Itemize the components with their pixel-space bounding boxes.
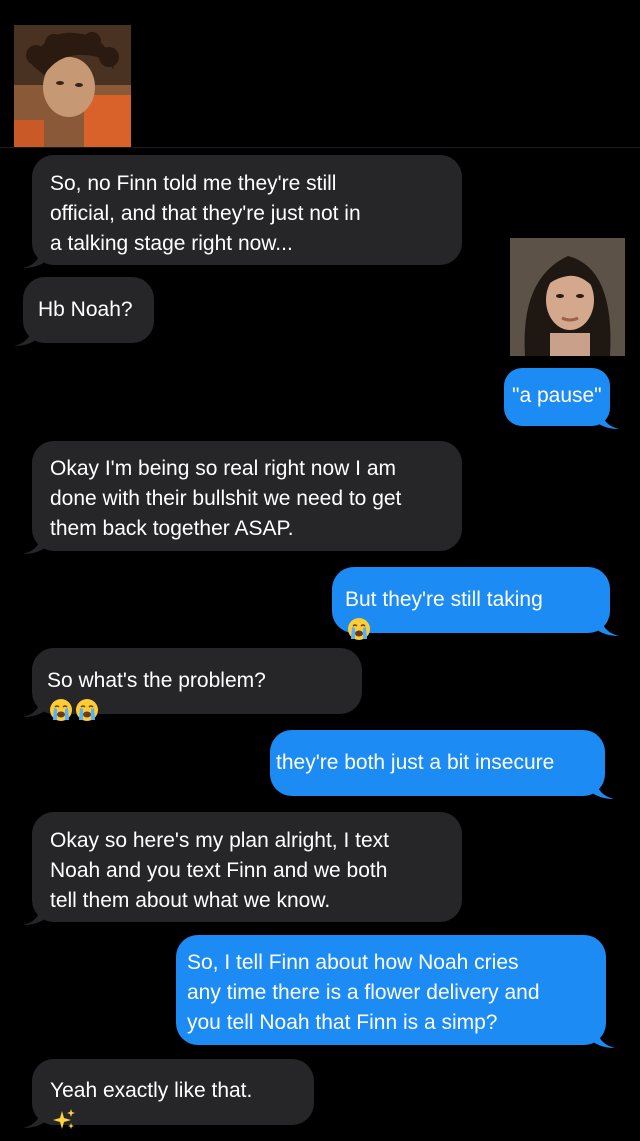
crying-face-emoji: [347, 617, 371, 641]
message-bubble[interactable]: "a pause": [504, 368, 619, 429]
header-divider: [0, 147, 640, 148]
message-text: But they're still taking: [345, 588, 543, 611]
crying-face-emoji: [75, 698, 99, 722]
bubble-tail: [23, 695, 51, 717]
message-bubble[interactable]: So, I tell Finn about how Noah cries any…: [176, 935, 615, 1048]
crying-face-emoji: [49, 698, 73, 722]
message-text: Yeah exactly like that.: [50, 1079, 253, 1102]
message-bubble[interactable]: Yeah exactly like that.: [23, 1059, 314, 1129]
message-bubble[interactable]: Hb Noah?: [14, 277, 154, 346]
message-text: Okay so here's my plan alright, I text N…: [50, 829, 389, 912]
bubble-tail: [587, 1026, 615, 1048]
message-text: Okay I'm being so real right now I am do…: [50, 457, 402, 540]
message-bubble[interactable]: they're both just a bit insecure: [270, 730, 614, 799]
message-text: they're both just a bit insecure: [276, 751, 555, 774]
chat-screen: So, no Finn told me they're still offici…: [0, 0, 640, 1141]
bubble-tail: [23, 903, 51, 925]
bubble-tail: [23, 1106, 51, 1128]
bubble-tail: [23, 246, 51, 268]
message-text: So what's the problem?: [47, 669, 266, 692]
message-bubble[interactable]: Okay I'm being so real right now I am do…: [23, 441, 462, 554]
message-bubble[interactable]: But they're still taking: [332, 567, 619, 640]
message-bubble[interactable]: So, no Finn told me they're still offici…: [23, 155, 462, 268]
message-text: So, I tell Finn about how Noah cries any…: [187, 951, 540, 1034]
message-text: So, no Finn told me they're still offici…: [50, 172, 361, 255]
bubble-tail: [591, 614, 619, 636]
bubble-tail: [14, 324, 42, 346]
message-bubble[interactable]: Okay so here's my plan alright, I text N…: [23, 812, 462, 925]
right-contact-avatar[interactable]: [510, 238, 625, 356]
sparkles-emoji: [52, 1108, 76, 1132]
bubble-tail: [586, 777, 614, 799]
bubble-tail: [23, 532, 51, 554]
bubble-tail: [591, 407, 619, 429]
message-bubble[interactable]: So what's the problem?: [23, 648, 362, 721]
left-contact-avatar[interactable]: [14, 25, 131, 147]
message-text: Hb Noah?: [38, 298, 133, 321]
